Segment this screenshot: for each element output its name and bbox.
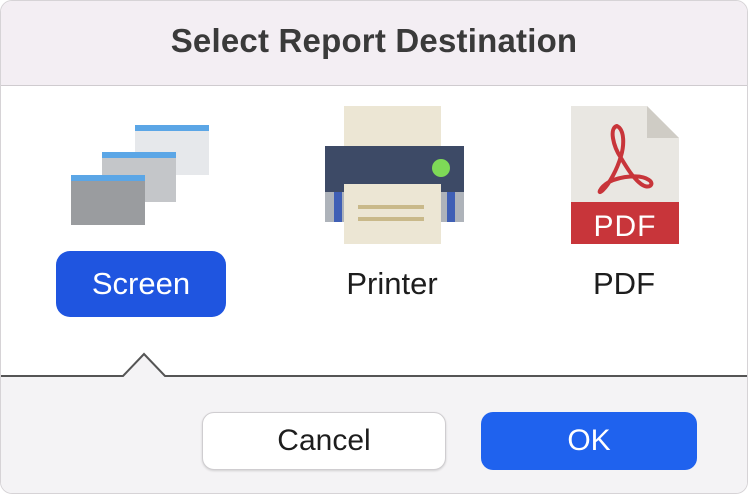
dialog-title: Select Report Destination [170, 22, 578, 59]
destination-option-pdf[interactable]: PDF PDF [514, 86, 734, 346]
pdf-file-icon: PDF [571, 106, 679, 244]
dialog-footer: Cancel OK [1, 377, 747, 493]
ok-button[interactable]: OK [481, 412, 697, 470]
report-destination-dialog: Select Report Destination Screen Printer… [0, 0, 748, 494]
destination-label-screen: Screen [55, 251, 227, 317]
destination-label-pdf: PDF [593, 266, 655, 301]
dialog-titlebar: Select Report Destination [1, 1, 747, 86]
cancel-button[interactable]: Cancel [202, 412, 446, 470]
destination-option-printer[interactable]: Printer [282, 86, 502, 346]
destination-option-screen[interactable]: Screen [31, 86, 251, 346]
destination-label-wrap: Printer [282, 251, 502, 317]
screen-windows-icon [71, 125, 209, 225]
destination-options: Screen Printer PDF PDF [1, 86, 747, 375]
printer-icon [325, 106, 464, 244]
destination-label-printer: Printer [346, 266, 438, 301]
selection-pointer-divider [1, 352, 747, 380]
destination-label-wrap: Screen [31, 251, 251, 317]
svg-text:PDF: PDF [594, 210, 657, 243]
destination-label-wrap: PDF [514, 251, 734, 317]
